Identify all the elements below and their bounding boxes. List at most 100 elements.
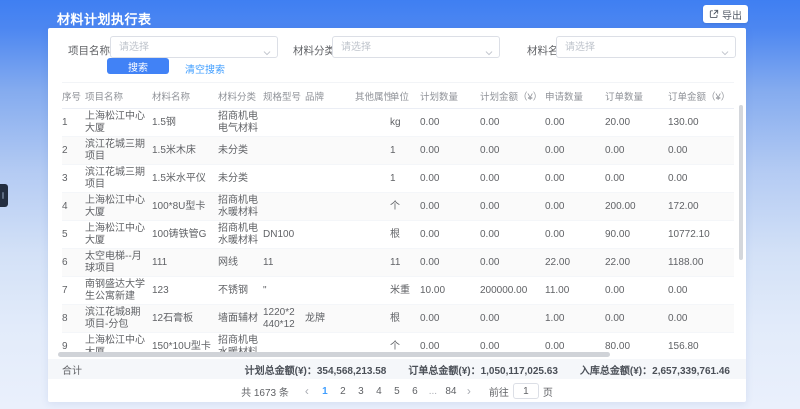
cell-material-name: 1.5钢 (152, 109, 218, 137)
cell-other-attrs (355, 221, 390, 249)
page-button-6[interactable]: 6 (407, 383, 423, 399)
material-category-input[interactable] (333, 38, 499, 58)
column-header: 序号 (62, 83, 85, 109)
cell-plan-amount: 0.00 (480, 249, 545, 277)
cell-plan-amount: 200000.00 (480, 277, 545, 305)
cell-material-category: 不锈钢 (218, 277, 263, 305)
cell-unit: 1 (390, 165, 420, 193)
cell-spec-model (263, 137, 305, 165)
main-panel: 项目名称 材料分类 材料名称 搜索 清空搜索 (48, 28, 746, 402)
cell-order-qty: 0.00 (605, 277, 668, 305)
material-name-select[interactable] (556, 36, 736, 58)
page-button-5[interactable]: 5 (389, 383, 405, 399)
cell-brand (305, 165, 355, 193)
cell-other-attrs (355, 109, 390, 137)
inbound-total-amount: 入库总金额(¥)：2,657,339,761.46 (580, 362, 730, 377)
cell-order-amount: 10772.10 (668, 221, 734, 249)
cell-spec-model (263, 165, 305, 193)
chevron-down-icon (485, 44, 493, 62)
page-button-3[interactable]: 3 (353, 383, 369, 399)
material-category-select[interactable] (332, 36, 500, 58)
cell-brand (305, 109, 355, 137)
column-header: 订单数量 (605, 83, 668, 109)
chevron-down-icon (263, 44, 271, 62)
cell-index: 1 (62, 109, 85, 137)
page-ellipsis[interactable]: ... (425, 383, 441, 399)
cell-brand (305, 137, 355, 165)
vertical-scrollbar[interactable] (739, 105, 743, 260)
cell-plan-qty: 10.00 (420, 277, 480, 305)
table-row[interactable]: 7 南钢盛达大学生公寓新建 123 不锈钢 " 米重 10.00 200000.… (62, 277, 734, 305)
cell-project-name: 滨江花城三期项目 (85, 137, 152, 165)
cell-brand: 龙牌 (305, 305, 355, 333)
cell-brand (305, 193, 355, 221)
table-row[interactable]: 5 上海松江中心大厦 100铸铁管G 招商机电 水暖材料 DN100 根 0.0… (62, 221, 734, 249)
cell-order-qty: 0.00 (605, 137, 668, 165)
project-name-select[interactable] (110, 36, 278, 58)
column-header: 计划金额（¥） (480, 83, 545, 109)
cell-order-qty: 20.00 (605, 109, 668, 137)
goto-page-input[interactable] (513, 383, 539, 399)
page-button-84[interactable]: 84 (443, 383, 459, 399)
cell-plan-amount: 0.00 (480, 221, 545, 249)
cell-index: 5 (62, 221, 85, 249)
cell-index: 8 (62, 305, 85, 333)
cell-other-attrs (355, 305, 390, 333)
cell-order-qty: 80.00 (605, 333, 668, 361)
search-button[interactable]: 搜索 (107, 58, 169, 74)
export-button[interactable]: 导出 (703, 5, 748, 23)
cell-apply-qty: 11.00 (545, 277, 605, 305)
cell-apply-qty: 0.00 (545, 137, 605, 165)
cell-index: 2 (62, 137, 85, 165)
cell-material-name: 1.5米水平仪 (152, 165, 218, 193)
cell-spec-model: 1220*2440*12 (263, 305, 305, 333)
clear-search-button[interactable]: 清空搜索 (185, 61, 225, 76)
next-page-button[interactable]: › (463, 385, 475, 397)
table-row[interactable]: 4 上海松江中心大厦 100*8U型卡 招商机电 水暖材料 个 0.00 0.0… (62, 193, 734, 221)
table-row[interactable]: 1 上海松江中心大厦 1.5钢 招商机电 电气材料 kg 0.00 0.00 0… (62, 109, 734, 137)
cell-project-name: 南钢盛达大学生公寓新建 (85, 277, 152, 305)
table-body: 1 上海松江中心大厦 1.5钢 招商机电 电气材料 kg 0.00 0.00 0… (62, 109, 734, 361)
cell-project-name: 上海松江中心大厦 (85, 221, 152, 249)
material-name-input[interactable] (557, 38, 735, 58)
cell-brand (305, 221, 355, 249)
cell-material-name: 100铸铁管G (152, 221, 218, 249)
cell-order-qty: 22.00 (605, 249, 668, 277)
cell-brand (305, 277, 355, 305)
plan-total-amount: 计划总金额(¥)：354,568,213.58 (245, 362, 387, 377)
column-header: 其他属性 (355, 83, 390, 109)
cell-other-attrs (355, 193, 390, 221)
page-button-2[interactable]: 2 (335, 383, 351, 399)
cell-plan-qty: 0.00 (420, 137, 480, 165)
cell-apply-qty: 0.00 (545, 193, 605, 221)
sidebar-collapse-handle[interactable] (0, 184, 8, 207)
cell-order-amount: 0.00 (668, 165, 734, 193)
page-title: 材料计划执行表 (57, 9, 152, 28)
table-row[interactable]: 6 太空电梯--月球项目 111 网线 11 11 0.00 0.00 22.0… (62, 249, 734, 277)
cell-index: 7 (62, 277, 85, 305)
cell-order-qty: 200.00 (605, 193, 668, 221)
cell-other-attrs (355, 137, 390, 165)
cell-material-category: 墙面辅材 (218, 305, 263, 333)
page-button-4[interactable]: 4 (371, 383, 387, 399)
horizontal-scrollbar[interactable] (58, 352, 610, 357)
prev-page-button[interactable]: ‹ (301, 385, 313, 397)
cell-material-category: 未分类 (218, 165, 263, 193)
cell-other-attrs (355, 277, 390, 305)
table-row[interactable]: 8 滨江花城8期项目-分包 12石膏板 墙面辅材 1220*2440*12 龙牌… (62, 305, 734, 333)
cell-material-category: 招商机电 水暖材料 (218, 193, 263, 221)
pagination: 共 1673 条 ‹ 123456...84 › 前往 页 (48, 380, 746, 402)
project-name-input[interactable] (111, 38, 277, 58)
cell-material-name: 123 (152, 277, 218, 305)
cell-unit: 根 (390, 305, 420, 333)
cell-apply-qty: 0.00 (545, 221, 605, 249)
table-row[interactable]: 3 滨江花城三期项目 1.5米水平仪 未分类 1 0.00 0.00 0.00 … (62, 165, 734, 193)
cell-plan-amount: 0.00 (480, 193, 545, 221)
page-button-1[interactable]: 1 (317, 383, 333, 399)
cell-unit: 米重 (390, 277, 420, 305)
table-row[interactable]: 2 滨江花城三期项目 1.5米木床 未分类 1 0.00 0.00 0.00 0… (62, 137, 734, 165)
column-header: 材料名称 (152, 83, 218, 109)
filter-bar: 项目名称 材料分类 材料名称 搜索 清空搜索 (48, 28, 746, 82)
pagination-pages: 123456...84 (317, 383, 459, 399)
goto-label: 前往 (489, 384, 509, 399)
